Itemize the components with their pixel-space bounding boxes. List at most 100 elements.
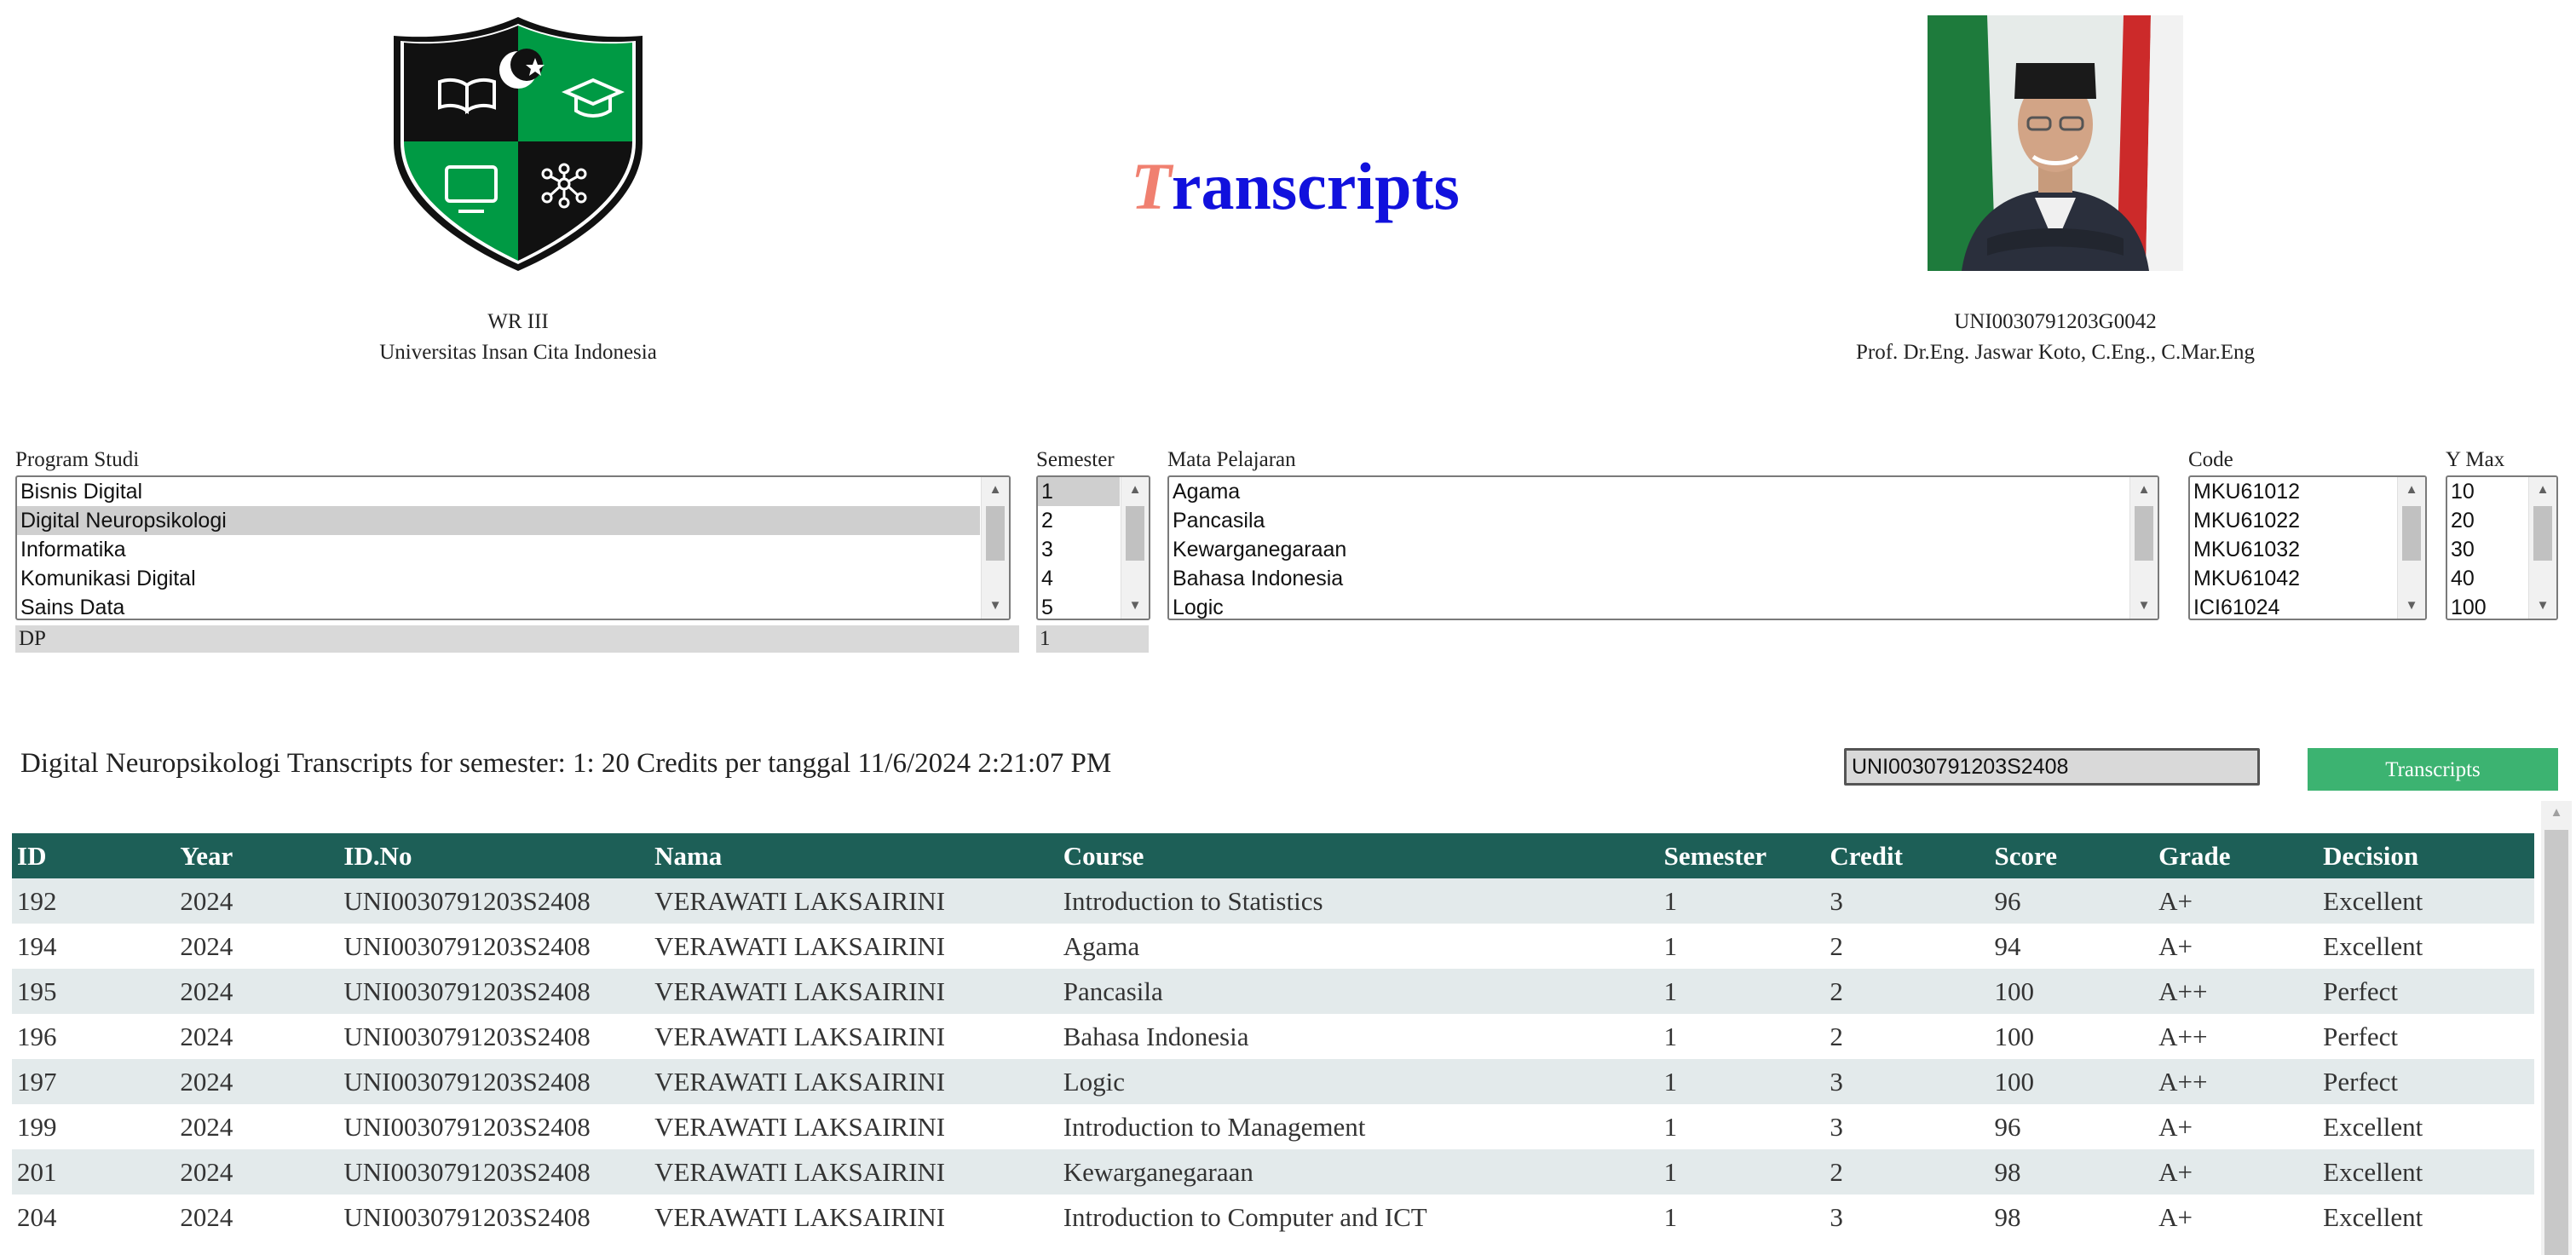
table-cell: Excellent	[2318, 878, 2534, 924]
table-cell: 1	[1658, 924, 1825, 969]
table-cell: A+	[2153, 1195, 2319, 1240]
lecturer-id: UNI0030791203G0042	[1954, 310, 2157, 333]
program-listbox[interactable]: Bisnis Digital Digital Neuropsikologi Info…	[15, 475, 1011, 620]
scroll-up-icon[interactable]: ▲	[2541, 806, 2572, 820]
column-header: Credit	[1824, 833, 1990, 878]
scroll-thumb[interactable]	[2544, 830, 2568, 1255]
table-cell: 1	[1658, 878, 1825, 924]
student-id-input[interactable]	[1844, 748, 2260, 786]
table-cell: 2	[1824, 969, 1990, 1014]
code-option[interactable]: MKU61032	[2190, 535, 2396, 564]
column-header: ID	[12, 833, 176, 878]
scroll-down-icon[interactable]: ▼	[982, 595, 1009, 617]
scroll-up-icon[interactable]: ▲	[982, 479, 1009, 501]
course-option[interactable]: Logic	[1169, 593, 2129, 619]
scroll-up-icon[interactable]: ▲	[2398, 479, 2425, 501]
course-option[interactable]: Agama	[1169, 477, 2129, 506]
transcripts-button[interactable]: Transcripts	[2308, 748, 2558, 791]
course-option[interactable]: Pancasila	[1169, 506, 2129, 535]
table-cell: Excellent	[2318, 924, 2534, 969]
table-cell: Excellent	[2318, 1149, 2534, 1195]
semester-option[interactable]: 4	[1038, 564, 1120, 593]
table-cell: 3	[1824, 878, 1990, 924]
table-cell: 1	[1658, 1059, 1825, 1104]
column-header: Year	[175, 833, 339, 878]
scroll-thumb[interactable]	[2135, 506, 2153, 561]
table-cell: 2024	[175, 1059, 339, 1104]
course-listbox[interactable]: Agama Pancasila Kewarganegaraan Bahasa Indo…	[1167, 475, 2159, 620]
course-label: Mata Pelajaran	[1167, 448, 1296, 471]
column-header: Score	[1989, 833, 2154, 878]
semester-option[interactable]: 5	[1038, 593, 1120, 619]
scroll-thumb[interactable]	[1126, 506, 1144, 561]
table-row: 204 2024 UNI0030791203S2408 VERAWATI LAKSAI…	[12, 1195, 2534, 1240]
table-cell: 196	[12, 1014, 176, 1059]
ymax-listbox-scrollbar[interactable]: ▲ ▼	[2528, 477, 2556, 619]
table-cell: Perfect	[2318, 1014, 2534, 1059]
program-label: Program Studi	[15, 448, 140, 471]
table-cell: VERAWATI LAKSAIRINI	[649, 924, 1058, 969]
program-option[interactable]: Komunikasi Digital	[17, 564, 980, 593]
scroll-down-icon[interactable]: ▼	[1121, 595, 1149, 617]
program-listbox-scrollbar[interactable]: ▲ ▼	[981, 477, 1009, 619]
scroll-down-icon[interactable]: ▼	[2398, 595, 2425, 617]
program-option[interactable]: Sains Data	[17, 593, 980, 619]
program-code-readout: DP	[15, 625, 1019, 653]
program-option[interactable]: Bisnis Digital	[17, 477, 980, 506]
table-cell: 197	[12, 1059, 176, 1104]
table-cell: 2024	[175, 969, 339, 1014]
scroll-thumb[interactable]	[986, 506, 1005, 561]
ymax-option[interactable]: 10	[2447, 477, 2527, 506]
table-cell: 100	[1989, 1059, 2154, 1104]
course-listbox-scrollbar[interactable]: ▲ ▼	[2129, 477, 2158, 619]
table-cell: VERAWATI LAKSAIRINI	[649, 878, 1058, 924]
table-cell: 96	[1989, 878, 2154, 924]
program-option[interactable]: Informatika	[17, 535, 980, 564]
course-option[interactable]: Bahasa Indonesia	[1169, 564, 2129, 593]
table-cell: 2	[1824, 1014, 1990, 1059]
scroll-up-icon[interactable]: ▲	[1121, 479, 1149, 501]
table-cell: 2024	[175, 878, 339, 924]
semester-option[interactable]: 3	[1038, 535, 1120, 564]
ymax-option[interactable]: 100	[2447, 593, 2527, 619]
scroll-thumb[interactable]	[2402, 506, 2421, 561]
scroll-down-icon[interactable]: ▼	[2529, 595, 2556, 617]
scroll-down-icon[interactable]: ▼	[2130, 595, 2158, 617]
ymax-option[interactable]: 30	[2447, 535, 2527, 564]
code-option[interactable]: ICI61024	[2190, 593, 2396, 619]
column-header: Semester	[1658, 833, 1825, 878]
table-cell: Excellent	[2318, 1104, 2534, 1149]
table-cell: 2	[1824, 1149, 1990, 1195]
ymax-option[interactable]: 20	[2447, 506, 2527, 535]
code-option[interactable]: MKU61042	[2190, 564, 2396, 593]
program-option[interactable]: Digital Neuropsikologi	[17, 506, 980, 535]
table-cell: 98	[1989, 1195, 2154, 1240]
course-option[interactable]: Kewarganegaraan	[1169, 535, 2129, 564]
table-row: 192 2024 UNI0030791203S2408 VERAWATI LAKSAI…	[12, 878, 2534, 924]
code-label: Code	[2188, 448, 2233, 471]
code-option[interactable]: MKU61022	[2190, 506, 2396, 535]
table-cell: 192	[12, 878, 176, 924]
table-cell: 3	[1824, 1059, 1990, 1104]
semester-listbox[interactable]: 12345 ▲ ▼	[1036, 475, 1150, 620]
code-listbox[interactable]: MKU61012 MKU61022 MKU61032 MKU61042 ICI61024…	[2188, 475, 2427, 620]
table-cell: A+	[2153, 924, 2319, 969]
table-cell: UNI0030791203S2408	[338, 924, 650, 969]
semester-listbox-scrollbar[interactable]: ▲ ▼	[1121, 477, 1149, 619]
ymax-listbox[interactable]: 10 20 30 40 100 ▲ ▼	[2446, 475, 2558, 620]
scroll-thumb[interactable]	[2533, 506, 2552, 561]
scroll-up-icon[interactable]: ▲	[2130, 479, 2158, 501]
scroll-up-icon[interactable]: ▲	[2529, 479, 2556, 501]
ymax-label: Y Max	[2446, 448, 2505, 471]
table-cell: A++	[2153, 1059, 2319, 1104]
code-option[interactable]: MKU61012	[2190, 477, 2396, 506]
table-cell: UNI0030791203S2408	[338, 969, 650, 1014]
table-cell: VERAWATI LAKSAIRINI	[649, 1059, 1058, 1104]
table-cell: UNI0030791203S2408	[338, 1104, 650, 1149]
page-scrollbar[interactable]: ▲	[2541, 801, 2572, 1255]
code-listbox-scrollbar[interactable]: ▲ ▼	[2397, 477, 2425, 619]
ymax-option[interactable]: 40	[2447, 564, 2527, 593]
semester-option[interactable]: 1	[1038, 477, 1120, 506]
semester-option[interactable]: 2	[1038, 506, 1120, 535]
title-first-letter: T	[1131, 149, 1172, 223]
